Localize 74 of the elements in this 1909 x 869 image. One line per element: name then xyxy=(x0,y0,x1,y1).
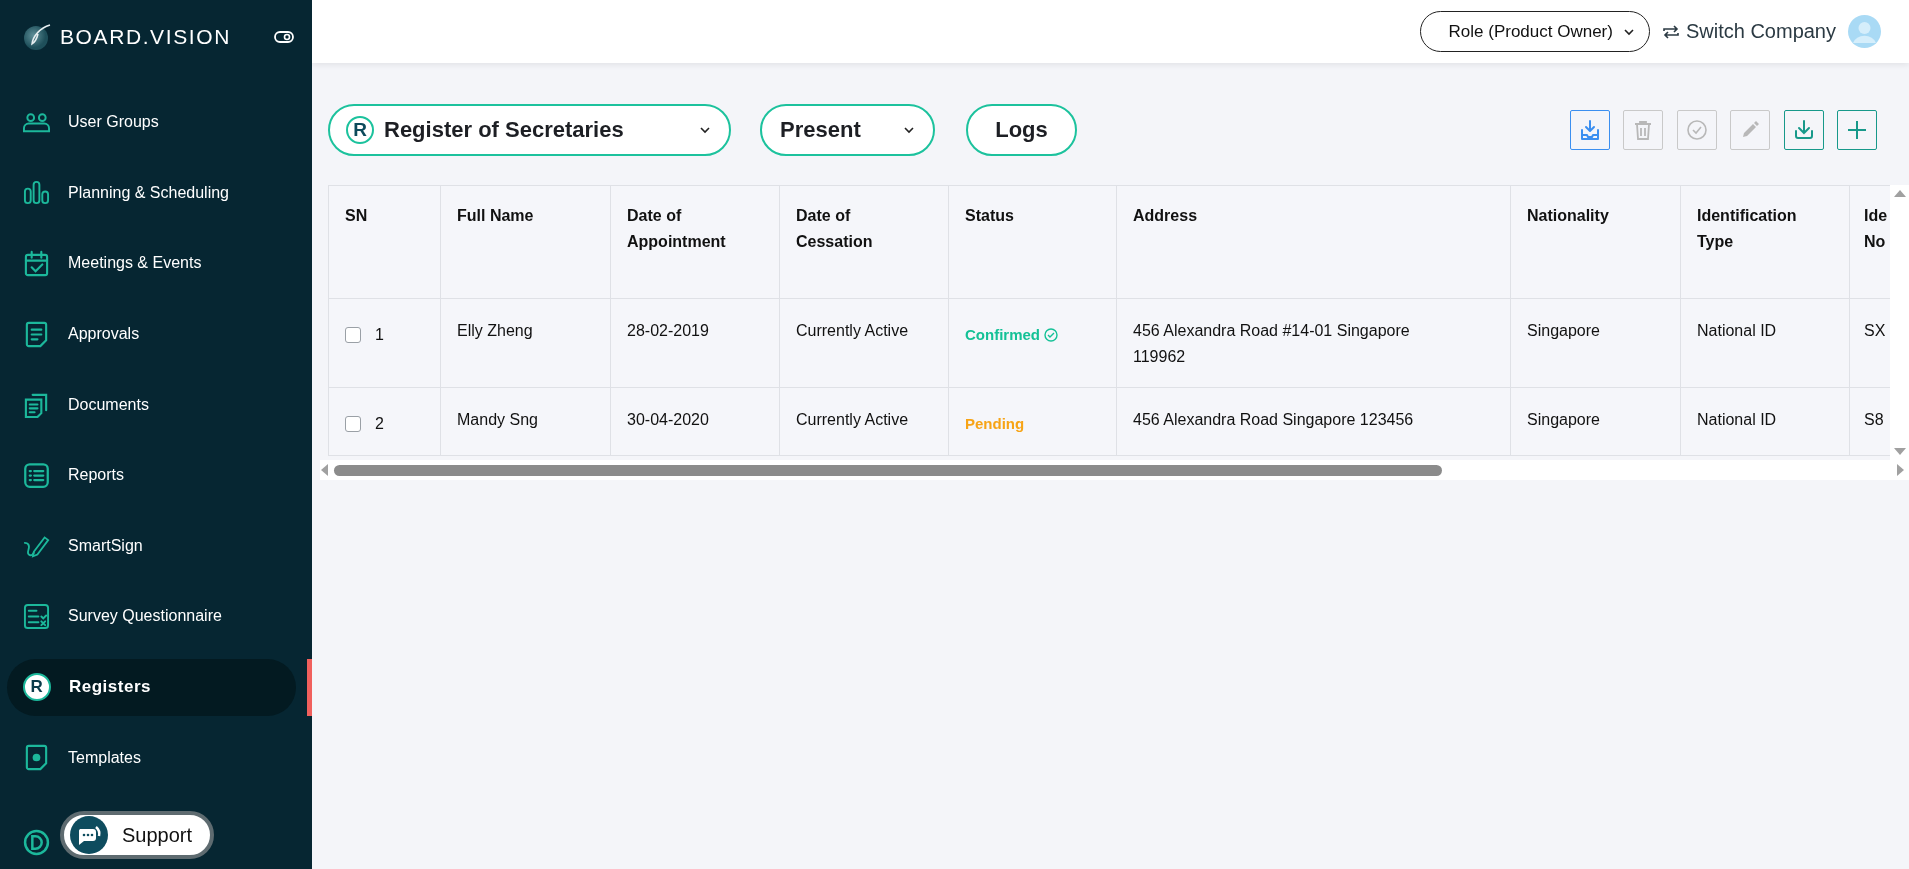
serial-number: 2 xyxy=(375,414,384,434)
sidebar-item[interactable]: Survey Questionnaire xyxy=(7,587,296,645)
column-header: SN xyxy=(328,185,441,299)
circle-icon xyxy=(23,828,50,856)
column-header: Date of Cessation xyxy=(779,185,949,299)
swap-icon xyxy=(1661,22,1680,41)
sidebar-item[interactable]: User Groups xyxy=(7,93,296,151)
table-cell: National ID xyxy=(1680,387,1850,456)
check-circle-icon xyxy=(1684,118,1709,142)
bar-chart-icon xyxy=(23,179,50,207)
documents-icon xyxy=(23,391,50,419)
vertical-scrollbar[interactable] xyxy=(1890,185,1909,460)
column-header: Address xyxy=(1116,185,1511,299)
caret-icon xyxy=(699,126,711,134)
support-button[interactable]: Support xyxy=(60,811,215,859)
logo-icon xyxy=(22,21,52,52)
serial-number: 1 xyxy=(375,325,384,345)
scroll-right-icon[interactable] xyxy=(1897,464,1905,476)
checklist-icon xyxy=(23,602,50,630)
logs-button[interactable]: Logs xyxy=(966,104,1077,156)
switch-company-button[interactable]: Switch Company xyxy=(1661,20,1836,43)
sidebar-item[interactable]: SmartSign xyxy=(7,517,296,575)
table-cell: National ID xyxy=(1680,298,1850,388)
avatar-icon[interactable] xyxy=(1848,15,1881,48)
scroll-down-icon[interactable] xyxy=(1893,448,1906,456)
download-button[interactable] xyxy=(1783,110,1824,150)
column-header: Full Name xyxy=(440,185,611,299)
table-cell: Singapore xyxy=(1510,387,1681,456)
calendar-icon xyxy=(23,250,50,277)
scrollbar-thumb[interactable] xyxy=(334,464,1442,476)
role-dropdown[interactable]: Role (Product Owner) xyxy=(1419,11,1650,52)
table-cell: 28-02-2019 xyxy=(610,298,780,388)
plus-icon xyxy=(1845,118,1869,142)
table-cell: 30-04-2020 xyxy=(610,387,780,456)
sidebar-item[interactable]: R Registers xyxy=(7,658,296,716)
column-header: Status xyxy=(948,185,1117,299)
sidebar-item[interactable]: Meetings & Events xyxy=(7,235,296,292)
logo-text: BOARD.VISION xyxy=(60,24,231,49)
sidebar-item[interactable]: Approvals xyxy=(7,305,296,363)
registers-icon: R xyxy=(23,673,51,702)
caret-icon xyxy=(1622,27,1635,36)
row-checkbox[interactable] xyxy=(345,416,361,432)
list-icon xyxy=(23,461,50,489)
toggle-icon[interactable] xyxy=(274,30,294,43)
horizontal-scrollbar[interactable] xyxy=(320,460,1909,480)
table-cell: Currently Active xyxy=(779,298,949,388)
register-dropdown[interactable]: R Register of Secretaries xyxy=(328,104,731,156)
sidebar-item[interactable]: Templates xyxy=(7,729,296,787)
scroll-up-icon[interactable] xyxy=(1893,189,1906,197)
table-cell: Mandy Sng xyxy=(440,387,611,456)
status-label: Pending xyxy=(965,414,1025,434)
add-button[interactable] xyxy=(1837,110,1877,150)
row-checkbox[interactable] xyxy=(345,327,361,343)
column-header: Date of Appointment xyxy=(610,185,780,299)
caret-icon xyxy=(903,126,915,134)
column-header: Nationality xyxy=(1510,185,1681,299)
column-header: Identification Type xyxy=(1680,185,1850,299)
scroll-left-icon[interactable] xyxy=(320,464,328,476)
chat-icon xyxy=(70,816,108,854)
import-button[interactable] xyxy=(1569,110,1610,150)
table-cell: Currently Active xyxy=(779,387,949,456)
gear-document-icon xyxy=(23,744,50,772)
sidebar-item[interactable]: Documents xyxy=(7,376,296,434)
filter-dropdown[interactable]: Present xyxy=(760,104,935,156)
document-icon xyxy=(23,320,50,348)
sidebar-item[interactable]: Reports xyxy=(7,446,296,504)
status-label: Confirmed xyxy=(965,318,1058,348)
sidebar-item[interactable]: Planning & Scheduling xyxy=(7,164,296,222)
table-cell: 456 Alexandra Road Singapore 123456 xyxy=(1116,387,1511,456)
table-cell: 456 Alexandra Road #14-01 Singapore 119962 xyxy=(1116,298,1511,388)
table-cell: Singapore xyxy=(1510,298,1681,388)
active-marker xyxy=(307,658,312,716)
check-circle-icon xyxy=(1044,328,1058,342)
table-cell: Elly Zheng xyxy=(440,298,611,388)
